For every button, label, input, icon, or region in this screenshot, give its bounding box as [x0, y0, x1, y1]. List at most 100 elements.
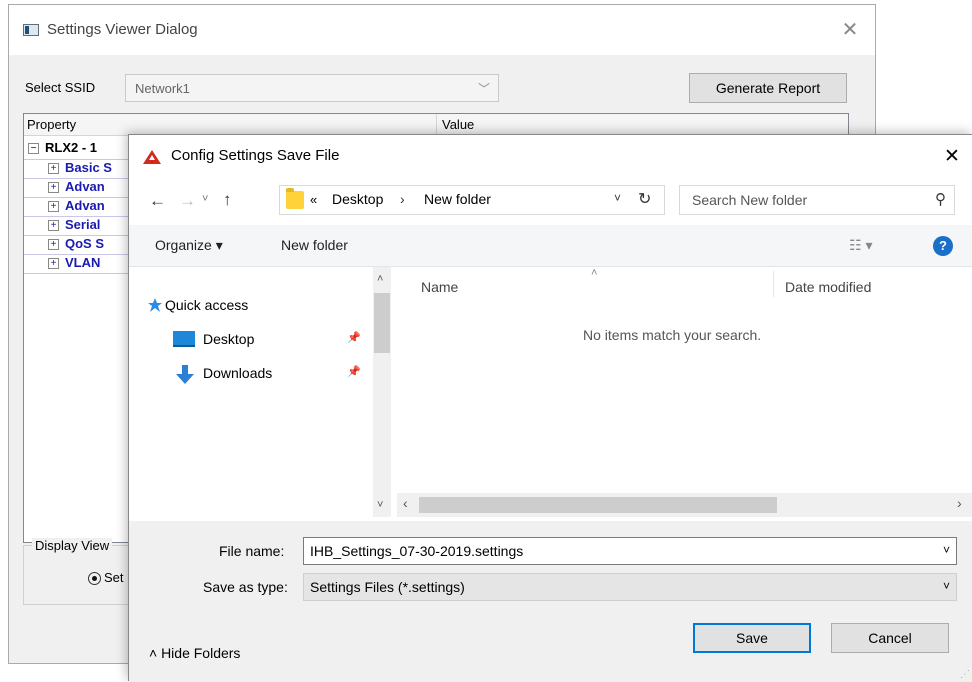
organize-button[interactable]: Organize ▾ — [155, 237, 223, 254]
search-icon[interactable]: ⚲ — [935, 190, 946, 208]
chevron-down-icon[interactable]: ˅ — [943, 579, 950, 593]
expand-icon[interactable]: + — [48, 201, 59, 213]
tree-root-label: RLX2 - 1 — [45, 140, 98, 155]
expand-icon[interactable]: + — [48, 258, 59, 270]
tree-item-label: Advan — [65, 179, 105, 194]
expand-icon[interactable]: + — [48, 220, 59, 232]
horizontal-scrollbar[interactable]: ‹ › — [397, 493, 972, 517]
save-button[interactable]: Save — [693, 623, 811, 653]
nav-item-desktop[interactable]: Desktop 📌 — [173, 331, 361, 347]
scroll-up-icon[interactable]: ˄ — [377, 273, 383, 285]
back-close-icon[interactable]: ✕ — [835, 15, 865, 45]
cancel-button[interactable]: Cancel — [831, 623, 949, 653]
help-icon[interactable]: ? — [933, 236, 953, 256]
save-as-type-label: Save as type: — [203, 579, 288, 595]
save-file-dialog: Config Settings Save File ✕ ← → ˅ ↑ « De… — [128, 134, 972, 682]
address-bar[interactable]: « Desktop › New folder ˅ ↻ — [279, 185, 665, 215]
tree-item-serial[interactable]: + Serial — [48, 217, 100, 235]
refresh-icon[interactable]: ↻ — [638, 189, 651, 209]
expand-icon[interactable]: + — [48, 239, 59, 251]
front-close-icon[interactable]: ✕ — [938, 143, 966, 171]
ssid-label: Select SSID — [25, 80, 96, 95]
sort-ascending-icon: ˄ — [591, 267, 598, 279]
display-view-label: Display View — [32, 538, 113, 553]
tree-item-label: Advan — [65, 198, 105, 213]
front-titlebar: Config Settings Save File ✕ — [129, 135, 972, 179]
breadcrumb-desktop[interactable]: Desktop — [332, 191, 383, 207]
address-dropdown-icon[interactable]: ˅ — [614, 191, 621, 205]
ssid-select[interactable]: Network1 ﹀ — [125, 74, 499, 102]
tree-item-advanced-2[interactable]: + Advan — [48, 198, 105, 216]
breadcrumb-new-folder[interactable]: New folder — [424, 191, 491, 207]
nav-item-label: Desktop — [203, 331, 255, 347]
download-arrow-icon — [176, 365, 194, 384]
save-as-type-select[interactable]: Settings Files (*.settings) ˅ — [303, 573, 957, 601]
expand-icon[interactable]: + — [48, 163, 59, 175]
collapse-icon[interactable]: − — [28, 143, 39, 155]
column-header-date-modified[interactable]: Date modified — [785, 279, 871, 295]
tree-item-basic[interactable]: + Basic S — [48, 160, 112, 178]
search-placeholder: Search New folder — [692, 192, 808, 208]
tree-item-label: Serial — [65, 217, 101, 232]
nav-pane-scrollbar[interactable]: ˄ ˅ — [373, 267, 391, 517]
star-icon — [148, 298, 162, 312]
desktop-icon — [173, 331, 195, 347]
save-as-type-value: Settings Files (*.settings) — [310, 579, 465, 595]
tree-item-qos[interactable]: + QoS S — [48, 236, 104, 254]
chevron-down-icon: ﹀ — [477, 82, 490, 96]
save-options-panel: File name: IHB_Settings_07-30-2019.setti… — [129, 521, 972, 682]
folder-icon — [286, 188, 304, 209]
filename-input[interactable]: IHB_Settings_07-30-2019.settings ˅ — [303, 537, 957, 565]
tree-item-label: QoS S — [65, 236, 105, 251]
column-header-property[interactable]: Property — [27, 117, 76, 132]
front-dialog-title: Config Settings Save File — [171, 147, 340, 164]
nav-item-label: Quick access — [165, 297, 249, 313]
filename-label: File name: — [219, 543, 285, 559]
filename-value: IHB_Settings_07-30-2019.settings — [310, 543, 524, 559]
scroll-right-icon[interactable]: › — [957, 495, 962, 511]
recent-locations-icon[interactable]: ˅ — [202, 193, 208, 205]
view-options-icon[interactable]: ☷ ▾ — [849, 237, 872, 254]
tree-item-advanced-1[interactable]: + Advan — [48, 179, 105, 197]
up-arrow-icon[interactable]: ↑ — [223, 190, 232, 210]
back-titlebar: Settings Viewer Dialog ✕ — [9, 5, 875, 55]
scroll-left-icon[interactable]: ‹ — [403, 495, 408, 511]
chevron-down-icon[interactable]: ˅ — [943, 543, 950, 557]
scrollbar-thumb[interactable] — [374, 293, 390, 353]
column-header-value[interactable]: Value — [442, 117, 474, 132]
nav-item-quick-access[interactable]: Quick access — [148, 297, 249, 313]
toolbar: Organize ▾ New folder ☷ ▾ ? — [129, 225, 972, 267]
column-header-name[interactable]: Name — [421, 279, 458, 295]
tree-item-label: VLAN — [65, 255, 101, 270]
hide-folders-button[interactable]: ˄ Hide Folders — [149, 645, 240, 661]
display-view-radio[interactable]: Set — [88, 570, 124, 586]
back-dialog-title: Settings Viewer Dialog — [47, 21, 198, 38]
navigation-pane: Quick access Desktop 📌 Downloads 📌 — [129, 267, 373, 517]
ssid-value: Network1 — [135, 81, 190, 96]
nav-item-downloads[interactable]: Downloads 📌 — [176, 365, 361, 384]
back-arrow-icon[interactable]: ← — [149, 191, 166, 211]
breadcrumb-more-icon[interactable]: « — [310, 192, 317, 207]
tree-header: Property Value — [24, 114, 848, 136]
new-folder-button[interactable]: New folder — [281, 237, 348, 253]
scrollbar-thumb[interactable] — [419, 497, 777, 513]
tree-item-label: Basic S — [65, 160, 112, 175]
forward-arrow-icon[interactable]: → — [179, 191, 196, 211]
nav-item-label: Downloads — [203, 365, 273, 381]
expand-icon[interactable]: + — [48, 182, 59, 194]
generate-report-button[interactable]: Generate Report — [689, 73, 847, 103]
column-divider[interactable] — [773, 271, 774, 297]
scroll-down-icon[interactable]: ˅ — [377, 499, 383, 511]
tree-root-row[interactable]: − RLX2 - 1 — [28, 140, 97, 158]
file-list-pane[interactable]: ˄ Name Date modified No items match your… — [397, 267, 972, 493]
radio-label: Set — [104, 570, 124, 585]
pin-icon[interactable]: 📌 — [347, 331, 361, 344]
search-input[interactable]: Search New folder ⚲ — [679, 185, 955, 215]
pin-icon[interactable]: 📌 — [347, 365, 361, 378]
tree-item-vlan[interactable]: + VLAN — [48, 255, 100, 273]
breadcrumb-separator-icon[interactable]: › — [400, 191, 405, 207]
column-divider[interactable] — [436, 114, 437, 136]
app-window-icon — [23, 24, 39, 36]
resize-grip-icon[interactable]: ⋰ — [960, 669, 970, 680]
radio-selected-icon[interactable] — [88, 572, 101, 586]
